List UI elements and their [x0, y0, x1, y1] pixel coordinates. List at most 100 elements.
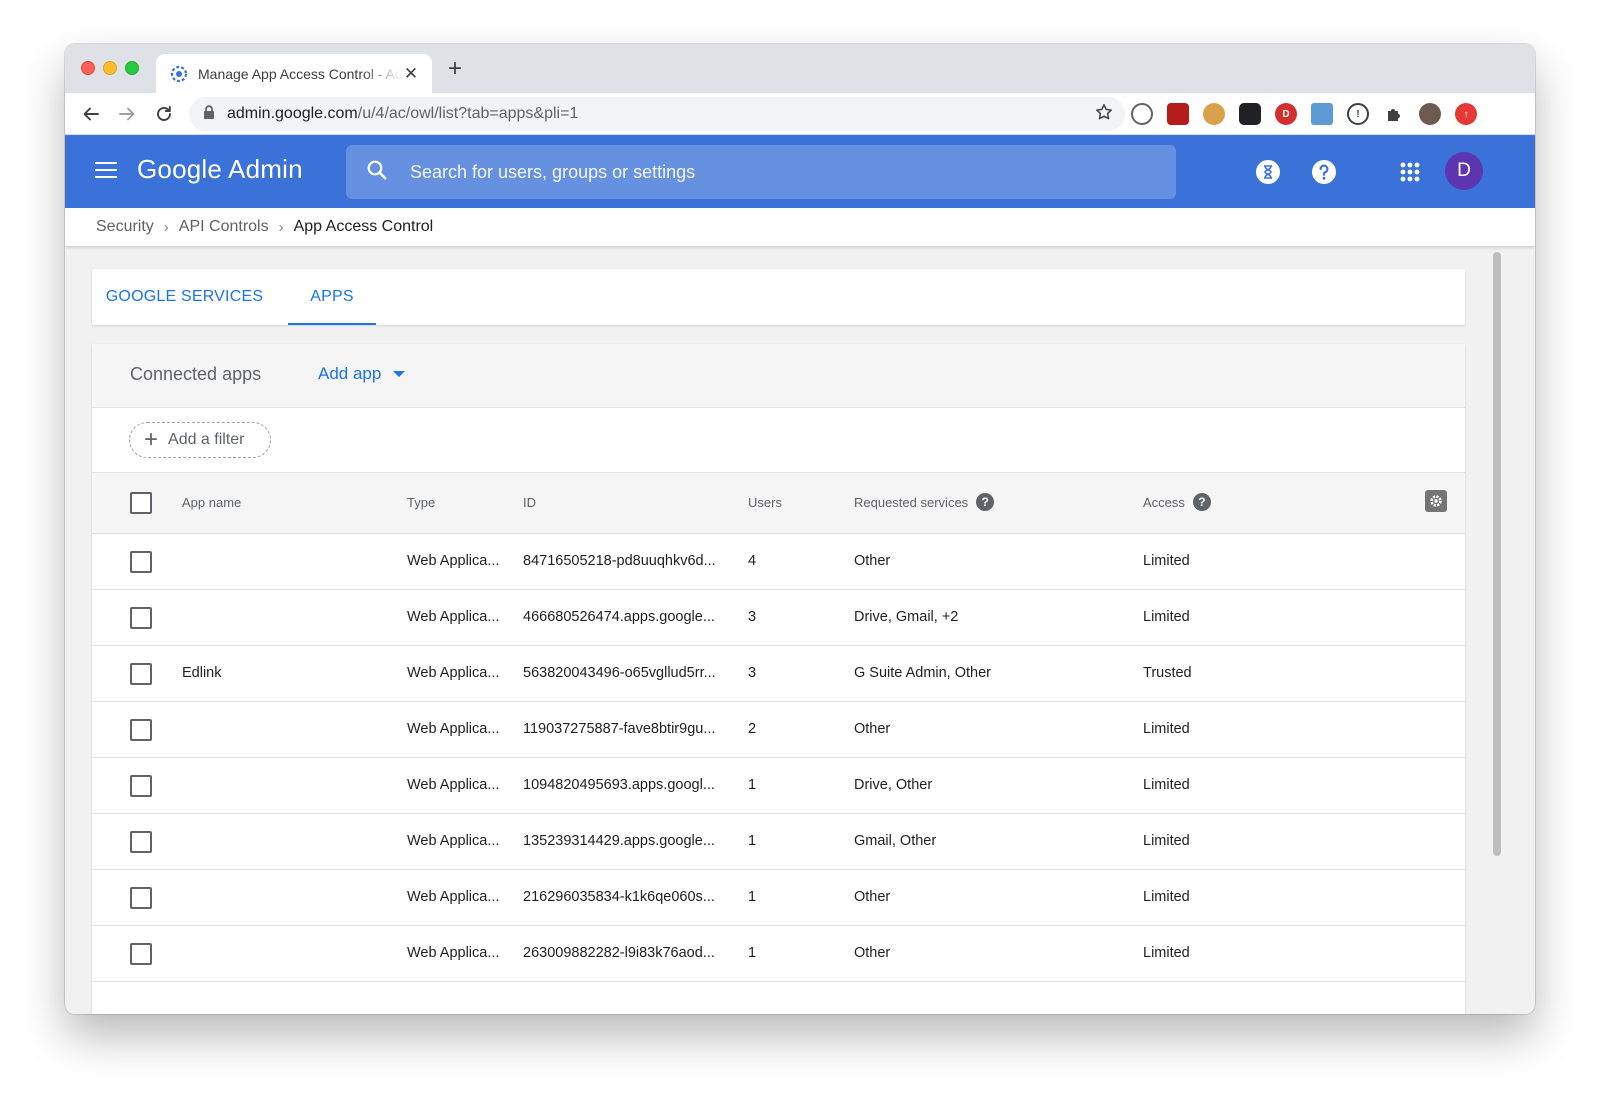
table-row[interactable]: Web Applica... 119037275887-fave8btir9gu.…	[92, 702, 1465, 758]
table-row[interactable]: Web Applica... 466680526474.apps.google..…	[92, 590, 1465, 646]
reload-icon[interactable]	[152, 102, 176, 126]
row-checkbox[interactable]	[130, 719, 152, 741]
main-content: GOOGLE SERVICES APPS Connected apps Add …	[65, 246, 1535, 1014]
table-row[interactable]: Web Applica... 135239314429.apps.google..…	[92, 814, 1465, 870]
chevron-right-icon: ›	[278, 218, 284, 236]
table-row[interactable]: Web Applica... 263009882282-l9i83k76aod..…	[92, 926, 1465, 982]
cell-requested-services: Other	[854, 945, 891, 961]
close-window-button[interactable]	[81, 61, 95, 75]
cell-requested-services: Gmail, Other	[854, 833, 937, 849]
column-type[interactable]: Type	[407, 495, 435, 510]
chevron-right-icon: ›	[163, 218, 169, 236]
row-checkbox[interactable]	[130, 607, 152, 629]
address-bar[interactable]: admin.google.com/u/4/ac/owl/list?tab=app…	[189, 97, 1125, 131]
select-all-checkbox[interactable]	[130, 492, 152, 514]
cell-id: 84716505218-pd8uuqhkv6d...	[523, 553, 716, 569]
column-access[interactable]: Access ?	[1143, 493, 1211, 511]
extension-password-icon[interactable]: !	[1347, 103, 1369, 125]
extension-cookie-icon[interactable]	[1203, 103, 1225, 125]
gear-icon[interactable]	[1425, 490, 1447, 512]
tab-title: Manage App Access Control - Admin Consol…	[198, 65, 402, 82]
row-checkbox[interactable]	[130, 775, 152, 797]
cell-access: Limited	[1143, 609, 1190, 625]
table-row[interactable]: Web Applica... 216296035834-k1k6qe060s...…	[92, 870, 1465, 926]
column-requested-services[interactable]: Requested services ?	[854, 493, 995, 511]
cell-access: Trusted	[1143, 665, 1192, 681]
table-row[interactable]: Web Applica... 1094820495693.apps.googl..…	[92, 758, 1465, 814]
add-filter-label: Add a filter	[168, 431, 245, 448]
cell-requested-services: Other	[854, 889, 891, 905]
cell-requested-services: G Suite Admin, Other	[854, 665, 992, 681]
search-placeholder: Search for users, groups or settings	[410, 161, 696, 182]
extension-shield-icon[interactable]	[1167, 103, 1189, 125]
url-path: /u/4/ac/owl/list?tab=apps&pli=1	[357, 105, 579, 122]
cell-requested-services: Drive, Other	[854, 777, 933, 793]
cell-type: Web Applica...	[407, 945, 500, 961]
apps-grid-icon[interactable]	[1397, 159, 1423, 185]
filter-bar: + Add a filter	[92, 408, 1465, 473]
hourglass-icon[interactable]	[1255, 159, 1281, 185]
maximize-window-button[interactable]	[125, 61, 139, 75]
connected-apps-title: Connected apps	[130, 364, 262, 384]
extension-incognito-icon[interactable]	[1239, 103, 1261, 125]
breadcrumb-security[interactable]: Security	[96, 218, 154, 236]
tab-apps[interactable]: APPS	[288, 269, 376, 325]
cell-requested-services: Other	[854, 553, 891, 569]
tabs-card: GOOGLE SERVICES APPS	[92, 269, 1465, 325]
scrollbar[interactable]	[1489, 246, 1503, 1014]
row-checkbox[interactable]	[130, 551, 152, 573]
help-icon[interactable]: ?	[1192, 493, 1211, 511]
row-checkbox[interactable]	[130, 831, 152, 853]
forward-arrow-icon[interactable]	[115, 102, 139, 126]
extension-image-icon[interactable]	[1311, 103, 1333, 125]
cell-type: Web Applica...	[407, 721, 500, 737]
cell-access: Limited	[1143, 777, 1190, 793]
cell-users: 1	[748, 945, 757, 961]
access-label: Access	[1143, 494, 1185, 510]
cell-access: Limited	[1143, 889, 1190, 905]
google-admin-logo[interactable]: Google Admin	[137, 154, 303, 185]
admin-favicon-icon	[170, 65, 188, 83]
column-users[interactable]: Users	[748, 495, 782, 510]
add-filter-button[interactable]: + Add a filter	[129, 422, 271, 458]
extensions-puzzle-icon[interactable]	[1383, 103, 1405, 125]
cell-type: Web Applica...	[407, 609, 500, 625]
browser-window: Manage App Access Control - Admin Consol…	[65, 44, 1535, 1014]
search-input[interactable]: Search for users, groups or settings	[346, 145, 1176, 199]
cell-users: 1	[748, 777, 757, 793]
profile-avatar-icon[interactable]	[1419, 103, 1441, 125]
column-id[interactable]: ID	[523, 495, 536, 510]
cell-access: Limited	[1143, 945, 1190, 961]
menu-icon[interactable]	[95, 162, 117, 180]
add-app-button[interactable]: Add app	[318, 364, 406, 384]
new-tab-button[interactable]: +	[443, 57, 467, 82]
extension-update-icon[interactable]: ↑	[1455, 103, 1477, 125]
tab-strip: Manage App Access Control - Admin Consol…	[65, 44, 1535, 93]
row-checkbox[interactable]	[130, 887, 152, 909]
cell-id: 466680526474.apps.google...	[523, 609, 715, 625]
bookmark-star-icon[interactable]	[1095, 103, 1113, 126]
add-app-label: Add app	[318, 364, 382, 383]
tab-close-icon[interactable]: ✕	[402, 64, 420, 83]
extension-ring-icon[interactable]	[1131, 103, 1153, 125]
cell-users: 1	[748, 833, 757, 849]
breadcrumb-api-controls[interactable]: API Controls	[179, 218, 269, 236]
help-icon[interactable]: ?	[976, 493, 995, 511]
row-checkbox[interactable]	[130, 663, 152, 685]
scrollbar-thumb[interactable]	[1493, 252, 1501, 856]
minimize-window-button[interactable]	[103, 61, 117, 75]
browser-tab-active[interactable]: Manage App Access Control - Admin Consol…	[156, 54, 432, 93]
table-row[interactable]: Web Applica... 84716505218-pd8uuqhkv6d...…	[92, 534, 1465, 590]
column-app-name[interactable]: App name	[182, 495, 241, 510]
row-checkbox[interactable]	[130, 943, 152, 965]
tab-google-services[interactable]: GOOGLE SERVICES	[92, 269, 277, 325]
table-row[interactable]: Edlink Web Applica... 563820043496-o65vgll…	[92, 646, 1465, 702]
cell-type: Web Applica...	[407, 665, 500, 681]
extension-d-icon[interactable]: D	[1275, 103, 1297, 125]
cell-requested-services: Other	[854, 721, 891, 737]
account-avatar[interactable]: D	[1445, 152, 1483, 190]
plus-icon: +	[144, 426, 159, 453]
help-icon[interactable]	[1311, 159, 1337, 185]
back-arrow-icon[interactable]	[79, 102, 103, 126]
cell-users: 3	[748, 665, 757, 681]
